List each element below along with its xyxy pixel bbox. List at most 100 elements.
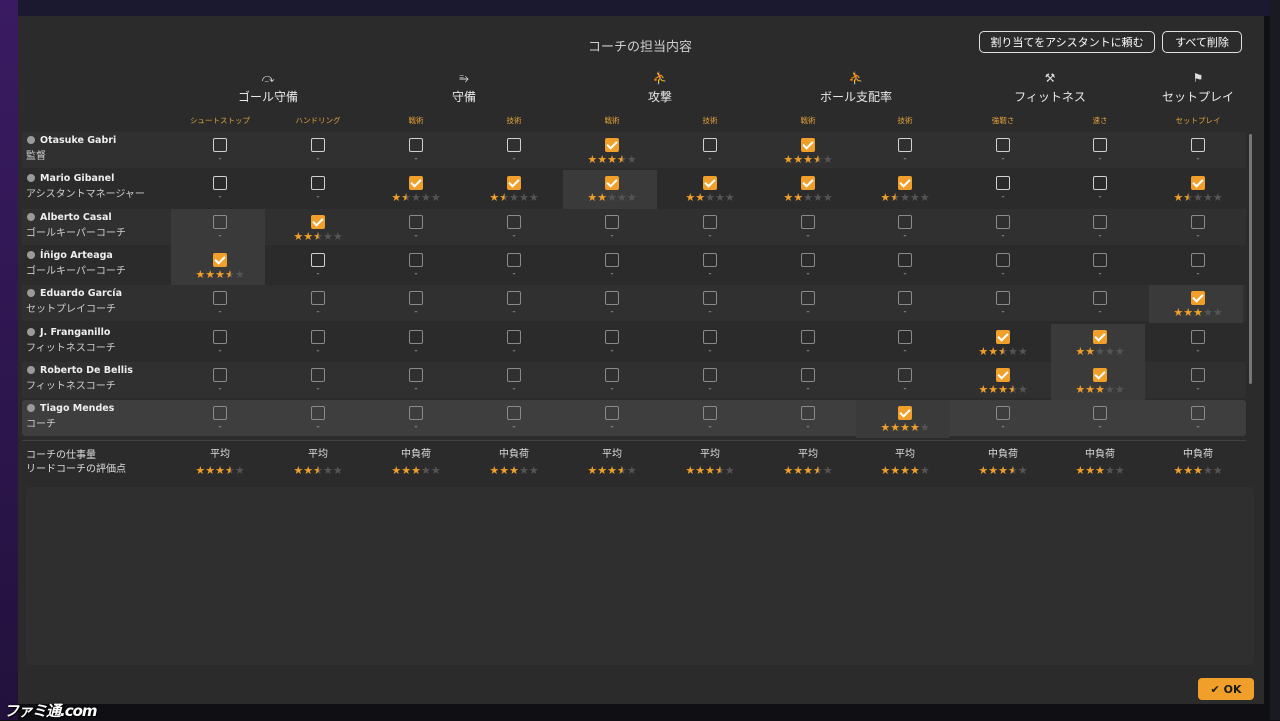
- assignment-checkbox[interactable]: [801, 367, 815, 382]
- assignment-checkbox[interactable]: [213, 138, 227, 152]
- assignment-checkbox[interactable]: [605, 138, 619, 152]
- assignment-checkbox[interactable]: [213, 406, 227, 421]
- assignment-checkbox[interactable]: [1093, 138, 1107, 152]
- assignment-checkbox[interactable]: [605, 291, 619, 306]
- assignment-checkbox[interactable]: [801, 291, 815, 306]
- assignment-checkbox[interactable]: [703, 329, 717, 344]
- assignment-checkbox[interactable]: [1191, 329, 1205, 344]
- assignment-checkbox[interactable]: [213, 329, 227, 344]
- assignment-checkbox[interactable]: [703, 367, 717, 382]
- assignment-checkbox[interactable]: [605, 176, 619, 191]
- assignment-checkbox[interactable]: [1191, 176, 1205, 191]
- assignment-checkbox[interactable]: [311, 329, 325, 344]
- assignment-checkbox[interactable]: [996, 214, 1010, 229]
- star-rating: ★★★★★: [1075, 344, 1125, 358]
- assignment-checkbox[interactable]: [507, 176, 521, 191]
- assignment-checkbox[interactable]: [996, 406, 1010, 421]
- assignment-checkbox[interactable]: [996, 291, 1010, 306]
- assignment-checkbox[interactable]: [409, 291, 423, 306]
- assignment-checkbox[interactable]: [213, 291, 227, 306]
- assignment-checkbox[interactable]: [801, 406, 815, 421]
- assignment-checkbox[interactable]: [605, 252, 619, 267]
- assignment-checkbox[interactable]: [507, 138, 521, 152]
- assignment-checkbox[interactable]: [996, 176, 1010, 191]
- assignment-checkbox[interactable]: [703, 252, 717, 267]
- assignment-checkbox[interactable]: [507, 367, 521, 382]
- assignment-checkbox[interactable]: [703, 138, 717, 152]
- assignment-checkbox[interactable]: [1191, 291, 1205, 306]
- assignment-checkbox[interactable]: [996, 252, 1010, 267]
- assignment-checkbox[interactable]: [1191, 406, 1205, 421]
- assignment-checkbox[interactable]: [1191, 367, 1205, 382]
- assignment-checkbox[interactable]: [311, 214, 325, 229]
- assignment-checkbox[interactable]: [898, 406, 912, 421]
- assignment-checkbox[interactable]: [801, 138, 815, 152]
- assignment-checkbox[interactable]: [898, 138, 912, 152]
- lead-coach-star-rating: ★★★★★: [195, 464, 245, 477]
- assignment-checkbox[interactable]: [898, 291, 912, 306]
- assignment-checkbox[interactable]: [507, 214, 521, 229]
- delete-all-button[interactable]: すべて削除: [1162, 31, 1242, 53]
- assignment-checkbox[interactable]: [1093, 176, 1107, 191]
- assignment-checkbox[interactable]: [898, 176, 912, 191]
- assignment-checkbox[interactable]: [996, 367, 1010, 382]
- assignment-checkbox[interactable]: [703, 291, 717, 306]
- assignment-checkbox[interactable]: [507, 252, 521, 267]
- assign-to-assistant-button[interactable]: 割り当てをアシスタントに頼む: [979, 31, 1155, 53]
- assignment-checkbox[interactable]: [1093, 329, 1107, 344]
- goalkeeper-icon: ⤼: [261, 71, 275, 85]
- assignment-checkbox[interactable]: [311, 291, 325, 306]
- assignment-checkbox[interactable]: [409, 406, 423, 421]
- assignment-checkbox[interactable]: [507, 406, 521, 421]
- assignment-checkbox[interactable]: [311, 406, 325, 421]
- assignment-checkbox[interactable]: [213, 214, 227, 229]
- workload-value: 平均: [308, 449, 328, 460]
- assignment-checkbox[interactable]: [605, 406, 619, 421]
- assignment-checkbox[interactable]: [311, 138, 325, 152]
- assignment-checkbox[interactable]: [605, 329, 619, 344]
- assignment-checkbox[interactable]: [801, 214, 815, 229]
- assignment-checkbox[interactable]: [311, 176, 325, 191]
- star-rating: ★★★★★: [978, 344, 1028, 358]
- assignment-checkbox[interactable]: [703, 214, 717, 229]
- assignment-checkbox[interactable]: [801, 176, 815, 191]
- assignment-checkbox[interactable]: [311, 252, 325, 267]
- assignment-checkbox[interactable]: [507, 291, 521, 306]
- assignment-checkbox[interactable]: [213, 252, 227, 267]
- assignment-checkbox[interactable]: [1093, 252, 1107, 267]
- no-rating-dash: -: [1001, 307, 1005, 318]
- ok-button[interactable]: ✔ OK: [1198, 678, 1254, 700]
- assignment-checkbox[interactable]: [898, 252, 912, 267]
- assignment-checkbox[interactable]: [898, 367, 912, 382]
- assignment-checkbox[interactable]: [507, 329, 521, 344]
- assignment-checkbox[interactable]: [996, 329, 1010, 344]
- assignment-checkbox[interactable]: [605, 214, 619, 229]
- assignment-checkbox[interactable]: [1093, 367, 1107, 382]
- assignment-checkbox[interactable]: [996, 138, 1010, 152]
- assignment-checkbox[interactable]: [801, 329, 815, 344]
- assignment-checkbox[interactable]: [409, 367, 423, 382]
- workload-value: 中負荷: [1085, 449, 1115, 460]
- assignment-checkbox[interactable]: [1093, 291, 1107, 306]
- assignment-checkbox[interactable]: [409, 138, 423, 152]
- assignment-checkbox[interactable]: [1093, 406, 1107, 421]
- assignment-checkbox[interactable]: [898, 329, 912, 344]
- assignment-checkbox[interactable]: [898, 214, 912, 229]
- assignment-checkbox[interactable]: [703, 406, 717, 421]
- assignment-checkbox[interactable]: [409, 252, 423, 267]
- assignment-checkbox[interactable]: [1191, 214, 1205, 229]
- assignment-checkbox[interactable]: [1191, 252, 1205, 267]
- assignment-checkbox[interactable]: [311, 367, 325, 382]
- assignment-checkbox[interactable]: [213, 367, 227, 382]
- assignment-checkbox[interactable]: [703, 176, 717, 191]
- assignment-checkbox[interactable]: [409, 214, 423, 229]
- assignment-checkbox[interactable]: [409, 329, 423, 344]
- grid-scrollbar[interactable]: [1249, 134, 1252, 384]
- coach-name: Íñigo Arteaga: [27, 250, 113, 261]
- assignment-checkbox[interactable]: [801, 252, 815, 267]
- assignment-checkbox[interactable]: [213, 176, 227, 191]
- assignment-checkbox[interactable]: [409, 176, 423, 191]
- assignment-checkbox[interactable]: [1093, 214, 1107, 229]
- assignment-checkbox[interactable]: [1191, 138, 1205, 152]
- assignment-checkbox[interactable]: [605, 367, 619, 382]
